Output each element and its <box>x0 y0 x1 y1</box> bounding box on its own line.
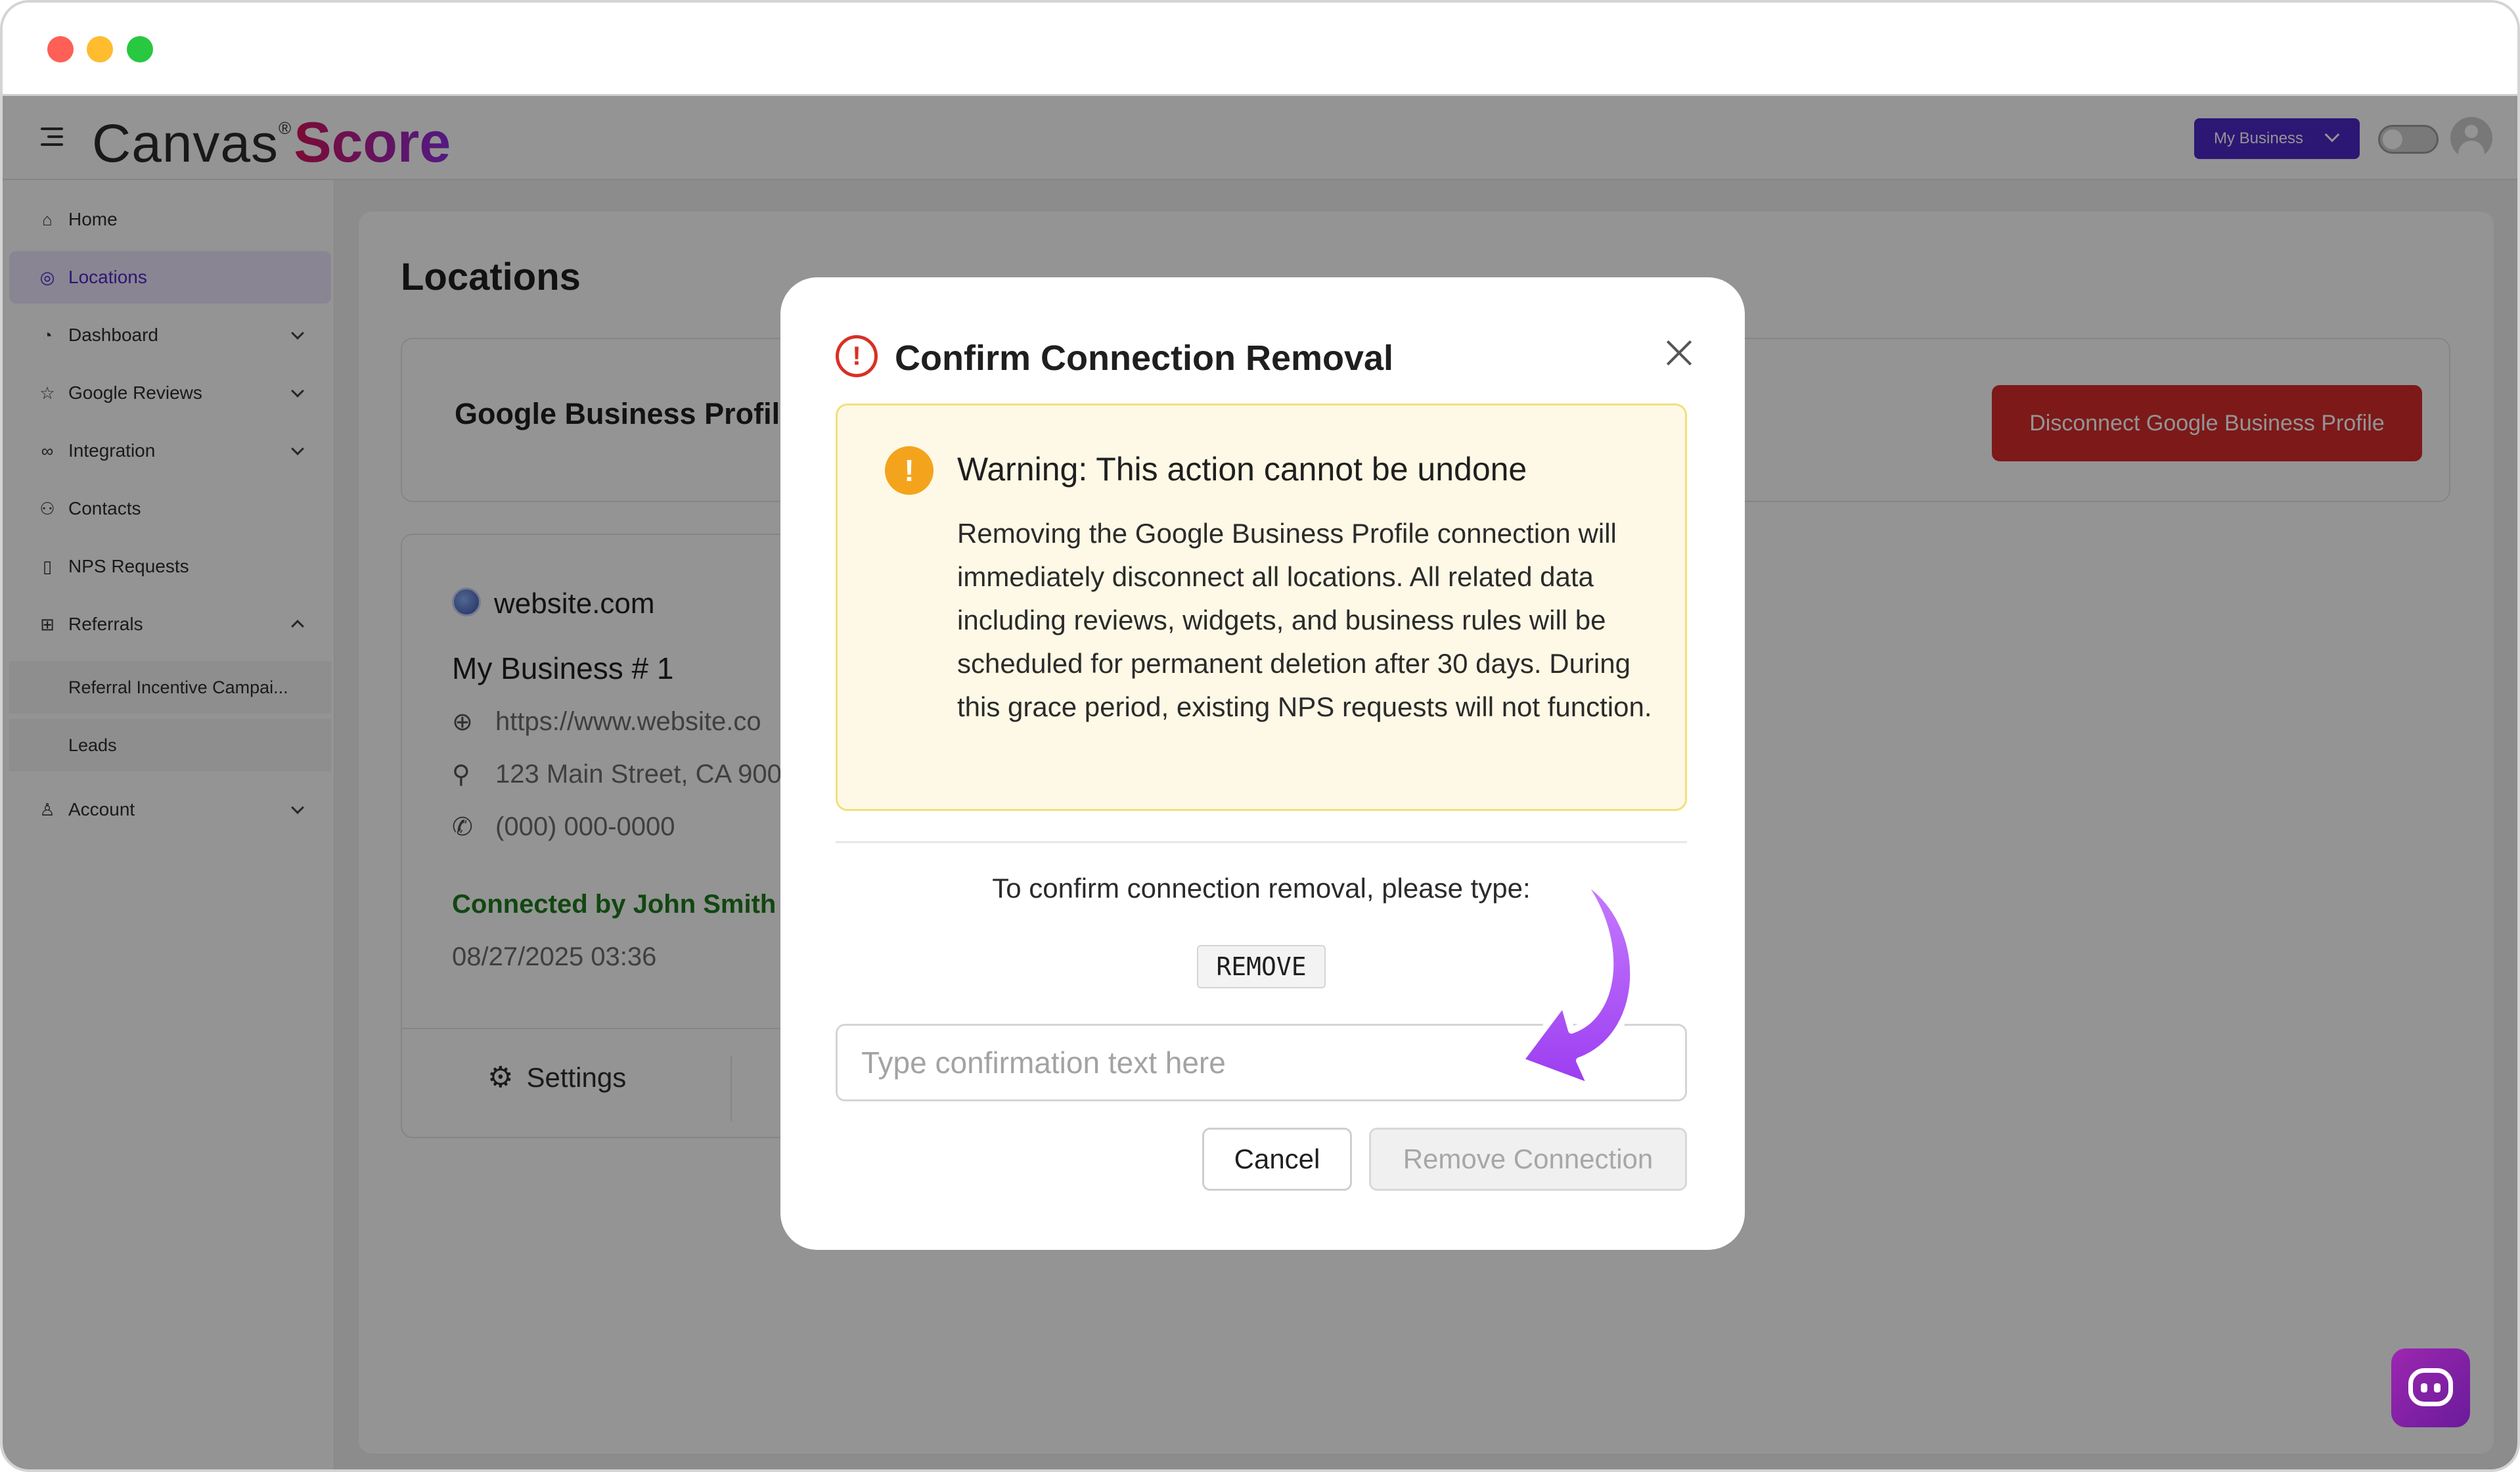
remove-connection-button[interactable]: Remove Connection <box>1369 1128 1687 1191</box>
chatbot-button[interactable] <box>2391 1348 2470 1427</box>
warning-icon: ! <box>885 446 934 495</box>
annotation-arrow <box>1517 873 1637 1090</box>
warning-title: Warning: This action cannot be undone <box>957 451 1527 488</box>
robot-icon <box>2408 1368 2453 1406</box>
window-minimize-control[interactable] <box>87 36 113 62</box>
warning-box: ! Warning: This action cannot be undone … <box>836 403 1687 811</box>
dialog-title: Confirm Connection Removal <box>895 338 1394 378</box>
warning-body: Removing the Google Business Profile con… <box>957 518 1652 722</box>
app-window: Canvas ® Score My Business ⌂ Home ◎ Loca… <box>0 0 2520 1472</box>
close-icon[interactable] <box>1659 333 1699 372</box>
window-close-control[interactable] <box>47 36 74 62</box>
dialog-divider <box>836 841 1687 843</box>
confirm-code: REMOVE <box>1197 945 1326 988</box>
window-maximize-control[interactable] <box>127 36 153 62</box>
window-titlebar <box>3 3 2517 96</box>
alert-circle-icon: ! <box>836 335 878 377</box>
cancel-button[interactable]: Cancel <box>1202 1128 1352 1191</box>
